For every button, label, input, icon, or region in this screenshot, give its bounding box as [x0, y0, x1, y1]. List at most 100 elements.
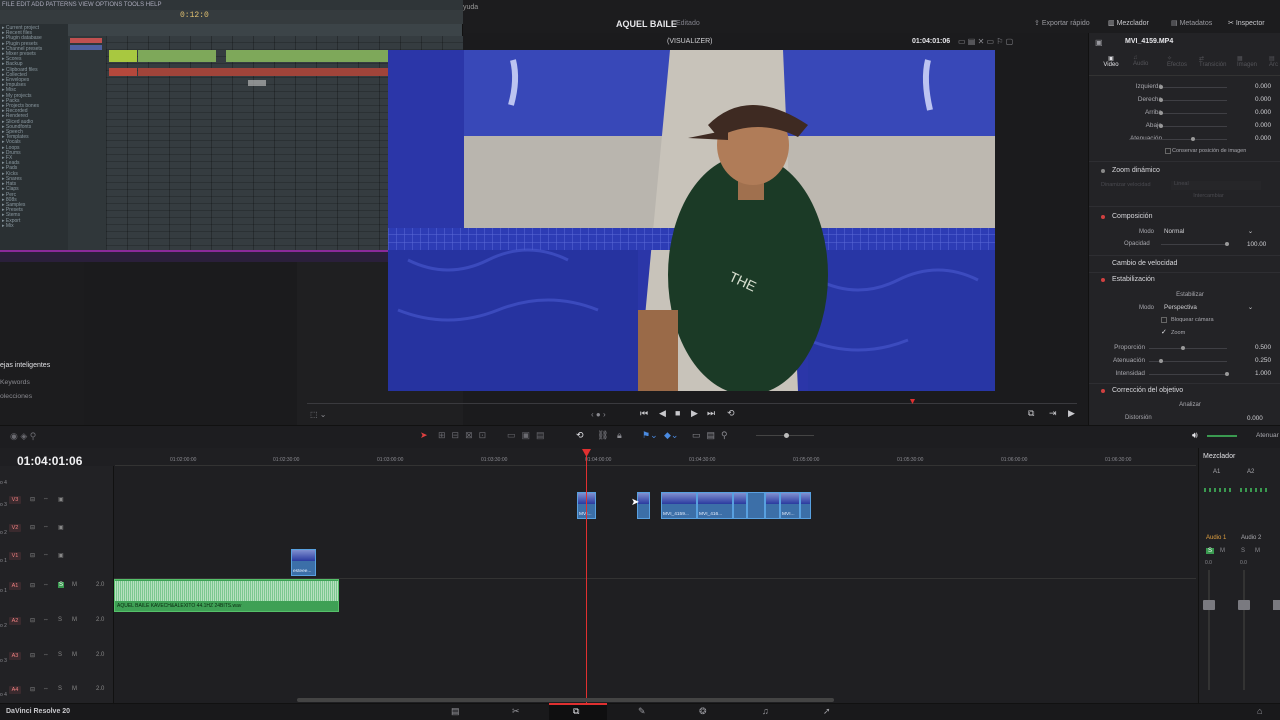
timeline-ruler[interactable]: 01:02:00:00 01:02:30:00 01:03:00:00 01:0…	[115, 452, 1196, 466]
tab-transition[interactable]: ⇄ Transición	[1199, 55, 1226, 68]
dynamic-zoom-header[interactable]: Zoom dinámico	[1112, 167, 1160, 174]
tab-image[interactable]: ▦ Imagen	[1237, 55, 1257, 68]
keywords-bin[interactable]: Keywords	[0, 379, 30, 386]
solo-button[interactable]: S	[58, 617, 62, 623]
mute-button[interactable]: M	[72, 582, 77, 588]
opacity-slider[interactable]	[1161, 242, 1229, 246]
track-header-a2[interactable]: o 2 A2 ⊟ ⇔ S M 2.0	[0, 609, 114, 633]
timeline-clip[interactable]	[765, 492, 780, 519]
fl-menubar[interactable]: FILE EDIT ADD PATTERNS VIEW OPTIONS TOOL…	[0, 0, 463, 10]
auto-select-icon[interactable]: ⇔	[43, 524, 49, 530]
fl-channel-rack[interactable]	[68, 36, 106, 250]
track-visible-icon[interactable]: ▣	[58, 552, 64, 559]
stab-mode-select[interactable]: Perspectiva ⌄	[1161, 303, 1255, 313]
media-page-icon[interactable]: ▤	[451, 706, 460, 717]
auto-select-icon[interactable]: ⇔	[43, 617, 49, 623]
stab-ratio-row[interactable]: Proporción 0.500	[1089, 342, 1280, 355]
composite-mode-select[interactable]: Normal ⌄	[1161, 227, 1255, 237]
tab-audio[interactable]: ♫ Audio	[1133, 55, 1148, 67]
marker-icon[interactable]: ◆⌄	[664, 430, 678, 441]
viewer-mode-label[interactable]: (VISUALIZER)	[667, 38, 713, 45]
crop-left-row[interactable]: Izquierda 0.000	[1089, 81, 1280, 94]
zoom-tools-icons[interactable]: ▭▤⚲	[692, 430, 734, 441]
inspector-button[interactable]: ✂ Inspector	[1228, 19, 1265, 27]
distortion-value[interactable]: 0.000	[1247, 415, 1263, 422]
collections-bin[interactable]: olecciones	[0, 393, 32, 400]
stab-softness-row[interactable]: Atenuación 0.250	[1089, 355, 1280, 368]
crop-top-row[interactable]: Arriba 0.000	[1089, 107, 1280, 120]
fl-browser[interactable]: ▸ Current project ▸ Recent files ▸ Plugin …	[0, 24, 68, 250]
mute-button[interactable]: M	[72, 686, 77, 692]
next-frame-icon[interactable]: ▶	[1068, 408, 1075, 419]
lock-icon[interactable]: ⊟	[30, 552, 35, 559]
crop-bottom-row[interactable]: Abajo 0.000	[1089, 120, 1280, 133]
stabilize-button[interactable]: Estabilizar	[1159, 291, 1221, 300]
timeline-view-icons[interactable]: ◉ ◈ ⚲	[10, 431, 36, 442]
fl-toolbar[interactable]: 0:12:0	[0, 10, 463, 24]
fader-handle[interactable]	[1203, 600, 1215, 610]
zoom-checkbox-check-icon[interactable]: ✓	[1161, 328, 1167, 336]
fusion-page-icon[interactable]: ✎	[638, 706, 646, 717]
prev-edit-icon[interactable]: ⇥	[1049, 408, 1057, 419]
viewer-options-icon[interactable]: ▭ ▤ ✕ ▭ ⚐ ▢	[958, 37, 1013, 46]
opacity-value[interactable]: 100.00	[1247, 241, 1266, 248]
stabilization-toggle[interactable]	[1101, 278, 1105, 282]
timeline-clip[interactable]: MVI...	[780, 492, 800, 519]
dz-swap-button[interactable]: Intercambiar	[1171, 193, 1246, 202]
tab-file[interactable]: ▤ Arc	[1269, 55, 1278, 68]
deliver-page-icon[interactable]: ➚	[823, 706, 831, 717]
lock-icon[interactable]: ⊟	[30, 652, 35, 659]
dynamic-zoom-toggle[interactable]	[1101, 169, 1105, 173]
play-icon[interactable]: ▶	[691, 408, 698, 419]
track-visible-icon[interactable]: ▣	[58, 524, 64, 531]
jog-control[interactable]: ‹ ● ›	[591, 410, 606, 419]
mixer-solo-button[interactable]: S	[1241, 548, 1245, 554]
track-header-a4[interactable]: o 4 A4 ⊟ ⇔ S M 2.0	[0, 678, 114, 702]
viewer-layout-icon[interactable]: ⬚ ⌄	[310, 410, 326, 419]
timeline-clip[interactable]: MVI_4159...	[661, 492, 697, 519]
lens-correction-toggle[interactable]	[1101, 389, 1105, 393]
mute-button[interactable]: M	[72, 617, 77, 623]
mixer-mute-button[interactable]: M	[1220, 548, 1225, 554]
analyze-button[interactable]: Analizar	[1159, 402, 1221, 411]
composite-header[interactable]: Composición	[1112, 213, 1152, 220]
track-header-v3[interactable]: o 3 V3 ⊟ ⇔ ▣	[0, 488, 114, 512]
fairlight-page-icon[interactable]: ♫	[762, 706, 769, 716]
cut-page-icon[interactable]: ✂	[512, 706, 520, 717]
stop-icon[interactable]: ■	[675, 408, 680, 418]
mixer-mute-button[interactable]: M	[1255, 548, 1260, 554]
timeline-clip[interactable]	[800, 492, 811, 519]
speed-change-header[interactable]: Cambio de velocidad	[1112, 260, 1177, 267]
timeline-playhead[interactable]	[586, 451, 587, 703]
crop-right-row[interactable]: Derecha 0.000	[1089, 94, 1280, 107]
mixer-solo-button[interactable]: S	[1206, 548, 1215, 554]
retain-position-checkbox[interactable]	[1165, 148, 1171, 154]
play-reverse-icon[interactable]: ◀	[659, 408, 666, 419]
menu-help[interactable]: yuda	[463, 4, 478, 11]
solo-button[interactable]: S	[58, 686, 62, 692]
stab-strength-row[interactable]: Intensidad 1.000	[1089, 368, 1280, 381]
smart-bins-header[interactable]: ejas inteligentes	[0, 362, 50, 369]
auto-select-icon[interactable]: ⇔	[43, 582, 49, 588]
mute-button[interactable]: M	[72, 652, 77, 658]
lock-icon[interactable]: ⊟	[30, 496, 35, 503]
go-to-start-icon[interactable]: ⏮	[640, 408, 648, 419]
timeline-scrollbar[interactable]	[297, 698, 834, 702]
lock-icon[interactable]: ⊟	[30, 686, 35, 693]
lock-icon[interactable]: 🔒︎	[617, 430, 622, 441]
track-header-v2[interactable]: o 2 V2 ⊟ ⇔ ▣	[0, 516, 114, 540]
timeline-clip[interactable]	[747, 492, 765, 519]
video-preview[interactable]: THE	[388, 50, 995, 391]
lens-correction-header[interactable]: Corrección del objetivo	[1112, 387, 1183, 394]
loop-icon[interactable]: ⟲	[727, 408, 735, 419]
timeline-clip[interactable]: esteee...	[291, 549, 316, 576]
edit-page-icon[interactable]: ⧉	[573, 706, 579, 717]
track-header-a1[interactable]: o 1 A1 ⊟ ⇔ S M 2.0	[0, 574, 114, 598]
go-to-end-icon[interactable]: ⏭	[707, 408, 715, 419]
track-header-a3[interactable]: o 3 A3 ⊟ ⇔ S M 2.0	[0, 644, 114, 668]
selection-tool-icon[interactable]: ➤	[420, 430, 428, 441]
color-page-icon[interactable]: ❂	[699, 706, 707, 717]
auto-select-icon[interactable]: ⇔	[43, 496, 49, 502]
metadata-button[interactable]: ▤ Metadatos	[1171, 19, 1212, 27]
audio-clip[interactable]: AQUEL BAILE KAVECH&ALEXITO 44.1HZ 24BITS…	[114, 579, 339, 612]
